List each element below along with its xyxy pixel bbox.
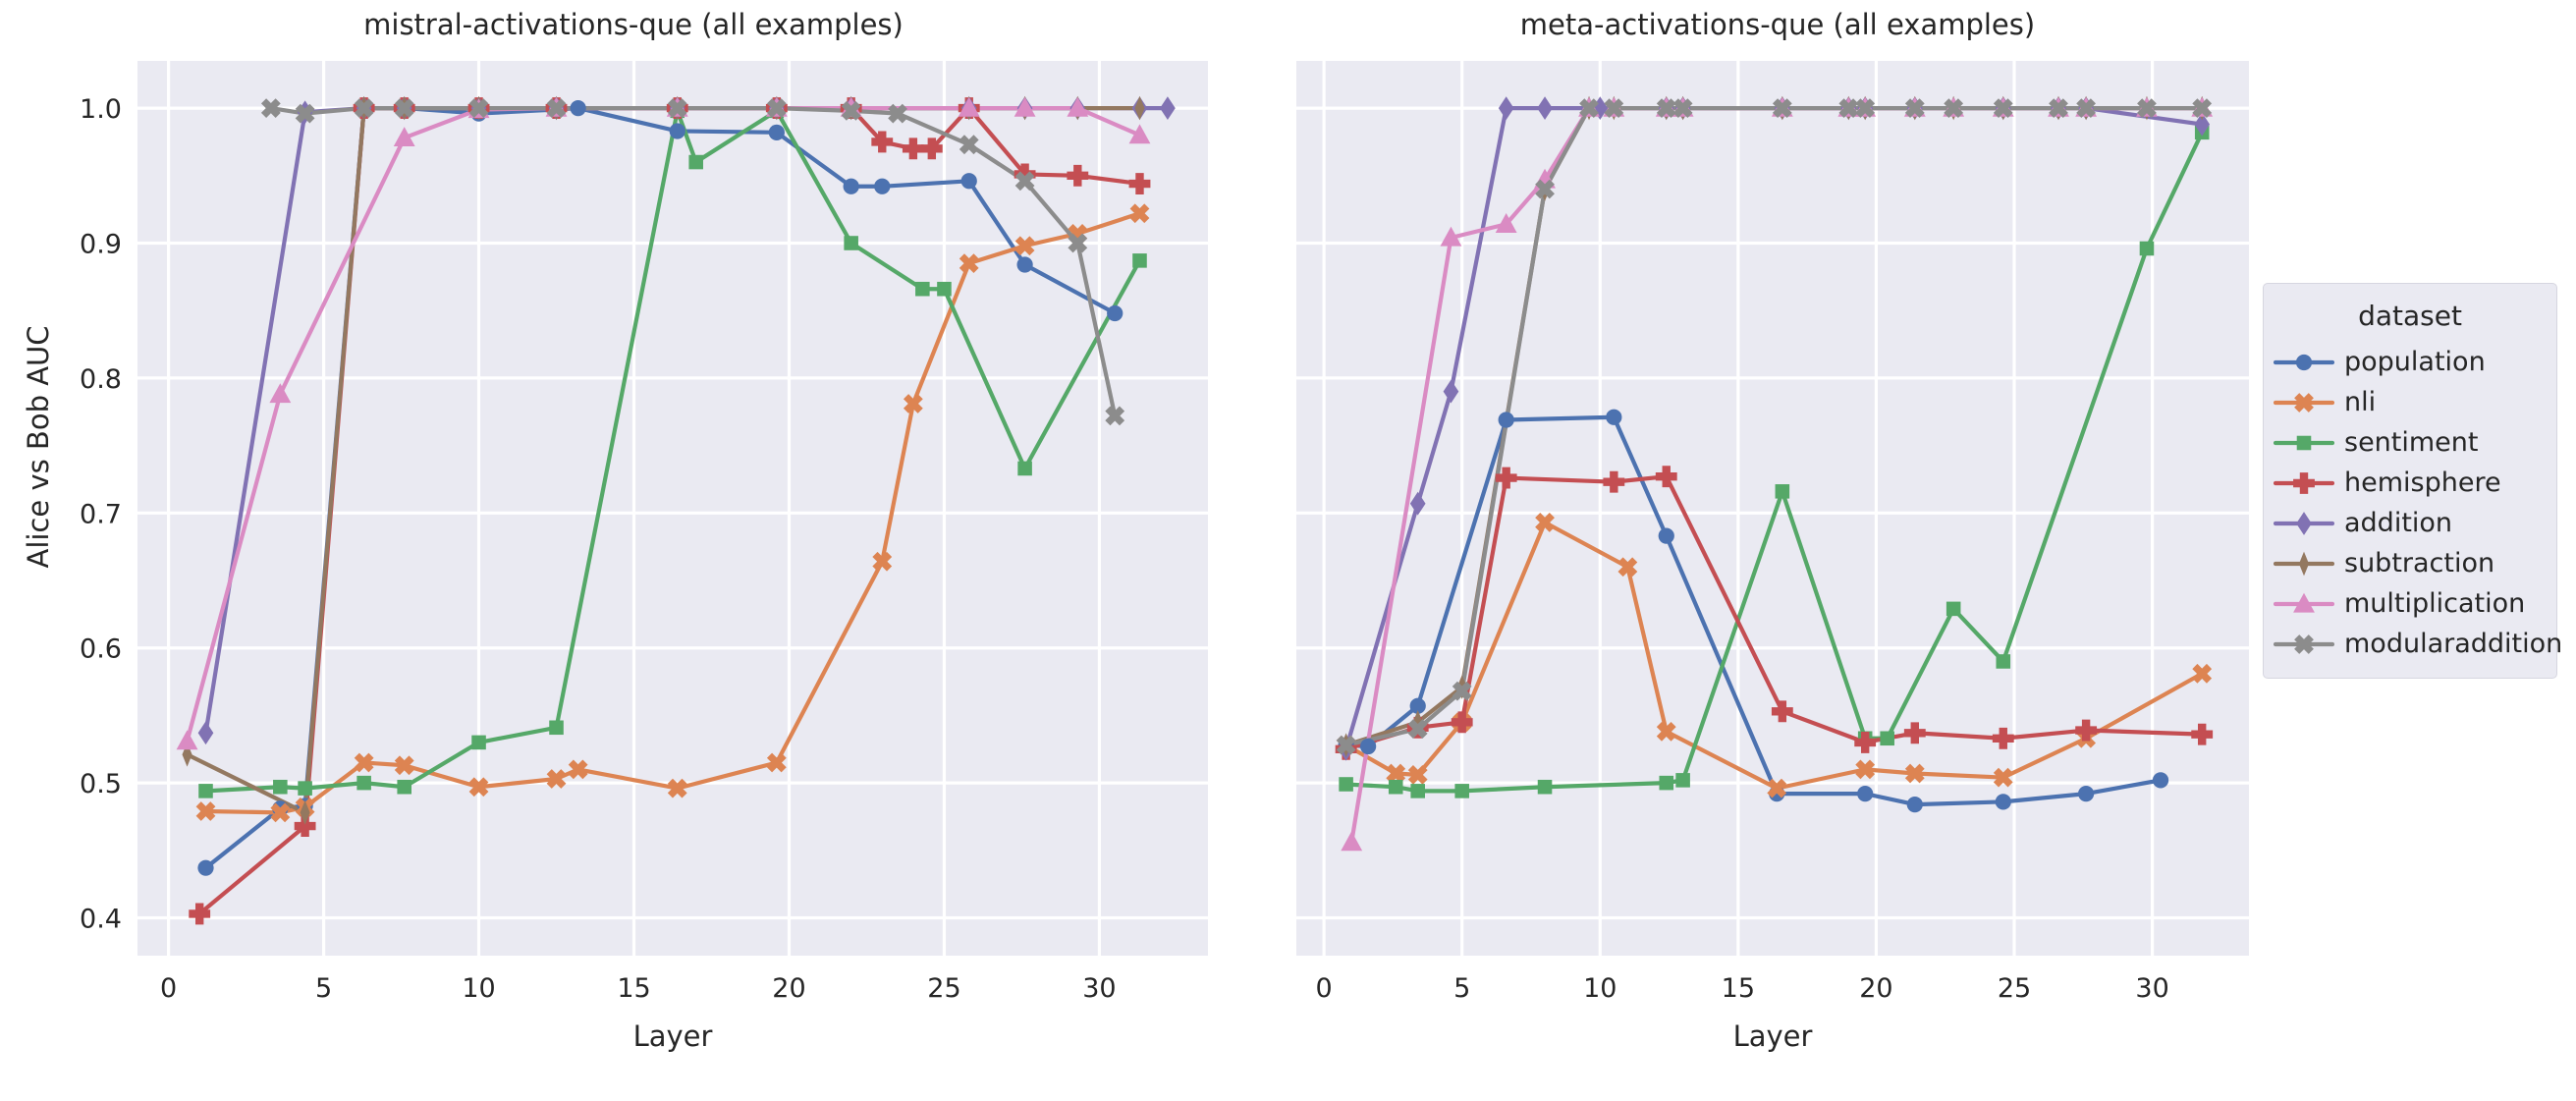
svg-text:0.4: 0.4	[80, 905, 122, 935]
svg-text:10: 10	[1583, 973, 1617, 1004]
legend-marker-diamond-icon	[2274, 506, 2334, 541]
legend-box: dataset population nli sentiment hemisphere…	[2263, 283, 2562, 679]
legend-label: multiplication	[2344, 588, 2526, 619]
legend-marker-x-thick-icon	[2274, 627, 2334, 662]
svg-text:20: 20	[1859, 973, 1892, 1004]
svg-text:0: 0	[1316, 973, 1333, 1004]
legend-label: nli	[2344, 387, 2377, 417]
legend-label: subtraction	[2344, 548, 2495, 578]
svg-text:25: 25	[927, 973, 960, 1004]
panel-right-plot: 0 5 10 15 20 25 30 Layer	[1296, 61, 2249, 1053]
svg-text:30: 30	[2135, 973, 2168, 1004]
legend-item-multiplication[interactable]: multiplication	[2274, 583, 2547, 624]
figure-root: mistral-activations-que (all examples) A…	[0, 0, 2576, 1101]
legend-marker-triangle-up-icon	[2274, 586, 2334, 622]
legend-title: dataset	[2358, 300, 2462, 332]
chart-panel-left: mistral-activations-que (all examples) A…	[0, 0, 1267, 1101]
legend-item-hemisphere[interactable]: hemisphere	[2274, 463, 2547, 503]
chart-panel-right: meta-activations-que (all examples) 0 5 10…	[1267, 0, 2288, 1101]
legend-label: addition	[2344, 508, 2453, 538]
svg-text:0.9: 0.9	[80, 229, 122, 259]
panel-left-plot: 0.4 0.5 0.6 0.7 0.8 0.9 1.0 0 5 10 15 20 25 30 Layer	[80, 61, 1208, 1053]
legend-item-sentiment[interactable]: sentiment	[2274, 422, 2547, 463]
svg-text:0.8: 0.8	[80, 364, 122, 395]
svg-text:5: 5	[1453, 973, 1470, 1004]
legend-rows: population nli sentiment hemisphere addition…	[2274, 342, 2562, 664]
svg-text:10: 10	[462, 973, 495, 1004]
legend-label: hemisphere	[2344, 468, 2501, 498]
svg-text:20: 20	[772, 973, 805, 1004]
legend-label: sentiment	[2344, 427, 2479, 458]
legend-label: population	[2344, 347, 2486, 377]
legend-item-population[interactable]: population	[2274, 342, 2547, 382]
svg-text:30: 30	[1082, 973, 1116, 1004]
svg-text:0.7: 0.7	[80, 499, 122, 529]
legend-marker-square-icon	[2274, 425, 2334, 461]
svg-text:15: 15	[1722, 973, 1755, 1004]
panel-left-title: mistral-activations-que (all examples)	[363, 8, 904, 41]
legend-area: dataset population nli sentiment hemisphere…	[2259, 0, 2576, 1101]
legend-item-modularaddition[interactable]: modularaddition	[2274, 624, 2562, 664]
svg-text:0.6: 0.6	[80, 634, 122, 665]
legend-label: modularaddition	[2344, 629, 2563, 659]
panel-left-ylabel: Alice vs Bob AUC	[22, 325, 55, 569]
legend-marker-thin-diamond-icon	[2274, 546, 2334, 581]
legend-marker-x-thick-icon	[2274, 385, 2334, 420]
svg-text:0: 0	[160, 973, 177, 1004]
legend-marker-plus-thick-icon	[2274, 466, 2334, 501]
svg-text:1.0: 1.0	[80, 94, 122, 125]
svg-text:Layer: Layer	[633, 1019, 713, 1053]
svg-text:5: 5	[315, 973, 332, 1004]
svg-text:Layer: Layer	[1733, 1019, 1813, 1053]
legend-item-nli[interactable]: nli	[2274, 382, 2547, 422]
legend-item-addition[interactable]: addition	[2274, 503, 2547, 543]
svg-text:25: 25	[1998, 973, 2031, 1004]
panel-right-title: meta-activations-que (all examples)	[1519, 8, 2036, 41]
legend-marker-circle-icon	[2274, 345, 2334, 380]
svg-text:15: 15	[617, 973, 650, 1004]
svg-text:0.5: 0.5	[80, 769, 122, 799]
legend-item-subtraction[interactable]: subtraction	[2274, 543, 2547, 583]
